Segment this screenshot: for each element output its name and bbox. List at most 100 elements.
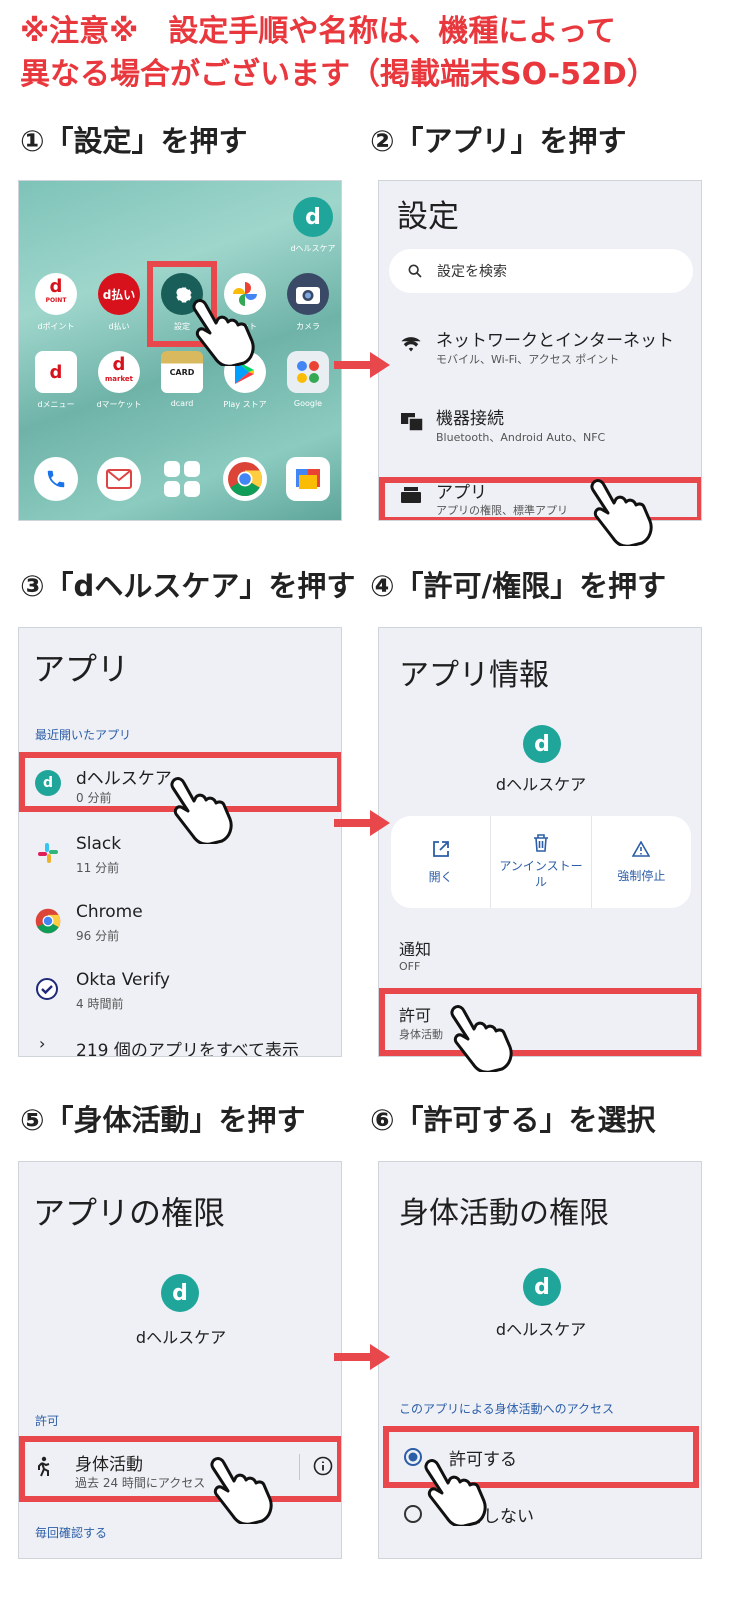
home-app-dhealthcare[interactable]: d dヘルスケア xyxy=(282,197,341,254)
arrow-right-icon xyxy=(334,810,390,836)
app-label: dマーケット xyxy=(96,400,142,409)
app-perms-screen: アプリの権限 d dヘルスケア 許可 身体活動 過去 24 時間にアクセス 毎回… xyxy=(18,1161,342,1559)
chrome-icon xyxy=(223,457,267,501)
pointing-hand-icon xyxy=(170,777,233,844)
notifications-row[interactable]: 通知 OFF xyxy=(379,928,701,978)
dock-news[interactable] xyxy=(277,457,339,501)
apps-icon xyxy=(160,457,204,501)
app-info-title: アプリ情報 xyxy=(399,658,549,693)
pointing-hand-icon xyxy=(424,1459,487,1526)
search-placeholder: 設定を検索 xyxy=(437,264,507,280)
pointing-hand-icon xyxy=(192,299,255,366)
home-app-google[interactable]: Google xyxy=(277,351,339,410)
uninstall-button[interactable]: アンインストール xyxy=(491,816,592,908)
settings-item-sub: モバイル、Wi-Fi、アクセス ポイント xyxy=(436,353,620,366)
dhealthcare-logo-icon: d xyxy=(293,197,333,237)
app-label: d払い xyxy=(108,322,130,331)
app-perms-section: 許可 xyxy=(35,1414,60,1428)
app-actions: 開く アンインストール 強制停止 xyxy=(391,816,691,908)
app-info-name: dヘルスケア xyxy=(495,775,587,794)
home-screen: d dヘルスケア dPOINT dポイント d払い d払い 設定 フォト xyxy=(18,180,342,521)
dock-chrome[interactable] xyxy=(214,457,276,501)
activity-perm-section: このアプリによる身体活動へのアクセス xyxy=(399,1402,615,1416)
dmenu-icon: d xyxy=(35,351,77,393)
highlight-physical-activity xyxy=(19,1436,341,1502)
home-app-dmenu[interactable]: d dメニュー xyxy=(25,351,87,410)
pointing-hand-icon xyxy=(450,1005,513,1072)
google-icon xyxy=(287,351,329,393)
highlight-permissions xyxy=(379,988,701,1056)
step-3-title: ③「dヘルスケア」を押す xyxy=(20,569,356,603)
open-label: 開く xyxy=(428,869,453,884)
dock-mail[interactable] xyxy=(88,457,150,501)
app-label: Google xyxy=(293,399,323,408)
app-row-okta[interactable]: Okta Verify 4 時間前 xyxy=(19,960,341,1020)
dock-apps[interactable] xyxy=(151,457,213,501)
open-icon xyxy=(432,840,449,857)
dhealthcare-logo-icon: d xyxy=(523,1268,561,1306)
search-icon xyxy=(408,264,422,278)
settings-search-bar[interactable]: 設定を検索 xyxy=(389,249,693,293)
app-row-name: Okta Verify xyxy=(76,970,170,990)
dpoint-icon: d POINT xyxy=(35,273,77,315)
activity-perm-title: 身体活動の権限 xyxy=(399,1196,609,1231)
trash-icon xyxy=(533,834,548,852)
step-2-title: ②「アプリ」を押す xyxy=(370,124,627,158)
app-label: dメニュー xyxy=(37,400,75,409)
app-perms-title: アプリの権限 xyxy=(33,1194,226,1232)
step-4-title: ④「許可/権限」を押す xyxy=(370,569,667,603)
uninstall-label: アンインストール xyxy=(499,859,583,889)
app-row-name: Chrome xyxy=(76,902,143,922)
settings-item-sub: Bluetooth、Android Auto、NFC xyxy=(436,431,606,444)
app-row-time: 96 分前 xyxy=(76,929,120,943)
pointing-hand-icon xyxy=(210,1457,273,1524)
notify-value: OFF xyxy=(399,960,421,973)
wifi-icon xyxy=(401,337,421,352)
force-stop-label: 強制停止 xyxy=(617,868,666,883)
news-icon xyxy=(286,457,330,501)
step-5-title: ⑤「身体活動」を押す xyxy=(20,1103,306,1137)
pointing-hand-icon xyxy=(590,479,653,546)
step-1-title: ①「設定」を押す xyxy=(20,124,248,158)
app-row-chrome[interactable]: Chrome 96 分前 xyxy=(19,892,341,952)
app-row-name: Slack xyxy=(76,834,122,854)
app-row-time: 11 分前 xyxy=(76,861,120,875)
recent-apps-label: 最近開いたアプリ xyxy=(35,728,132,742)
app-info-screen: アプリ情報 d dヘルスケア 開く アンインストール 強制停止 通知 OFF 許… xyxy=(378,627,702,1057)
okta-icon xyxy=(36,978,58,1000)
arrow-right-icon xyxy=(334,352,390,378)
app-label: カメラ xyxy=(296,322,320,331)
notify-label: 通知 xyxy=(399,940,432,959)
chrome-icon xyxy=(35,908,61,934)
see-all-label: 219 個のアプリをすべて表示 xyxy=(76,1041,299,1057)
settings-item-title: ネットワークとインターネット xyxy=(436,331,674,351)
app-label: dポイント xyxy=(37,322,75,331)
devices-icon xyxy=(401,413,423,431)
ask-every-time-label: 毎回確認する xyxy=(35,1526,108,1540)
home-app-dpoint[interactable]: d POINT dポイント xyxy=(25,273,87,332)
activity-perm-name: dヘルスケア xyxy=(495,1320,587,1339)
dock-phone[interactable] xyxy=(25,457,87,501)
home-app-dbarai[interactable]: d払い d払い xyxy=(88,273,150,332)
notice: ※注意※ 設定手順や名称は、機種によって 異なる場合がございます（掲載端末SO-… xyxy=(20,10,730,96)
dmarket-icon: d market xyxy=(98,351,140,393)
settings-screen: 設定 設定を検索 ネットワークとインターネット モバイル、Wi-Fi、アクセス … xyxy=(378,180,702,521)
app-label: dcard xyxy=(170,399,194,408)
settings-item-devices[interactable]: 機器接続 Bluetooth、Android Auto、NFC xyxy=(379,399,701,459)
notice-line2: 異なる場合がございます（掲載端末SO-52D） xyxy=(20,57,657,92)
home-app-dmarket[interactable]: d market dマーケット xyxy=(88,351,150,410)
camera-icon xyxy=(287,273,329,315)
dbarai-icon: d払い xyxy=(98,273,140,315)
settings-item-network[interactable]: ネットワークとインターネット モバイル、Wi-Fi、アクセス ポイント xyxy=(379,321,701,381)
chevron-right-icon: › xyxy=(39,1034,46,1053)
app-label: Play ストア xyxy=(223,400,267,409)
open-button[interactable]: 開く xyxy=(391,816,492,908)
see-all-apps[interactable]: › 219 個のアプリをすべて表示 xyxy=(19,1030,341,1057)
app-label: dヘルスケア xyxy=(290,244,336,253)
force-stop-button[interactable]: 強制停止 xyxy=(592,816,691,908)
apps-title: アプリ xyxy=(33,650,130,688)
home-app-camera[interactable]: カメラ xyxy=(277,273,339,332)
dhealthcare-logo-icon: d xyxy=(523,725,561,763)
step-6-title: ⑥「許可する」を選択 xyxy=(370,1103,656,1137)
arrow-right-icon xyxy=(334,1344,390,1370)
